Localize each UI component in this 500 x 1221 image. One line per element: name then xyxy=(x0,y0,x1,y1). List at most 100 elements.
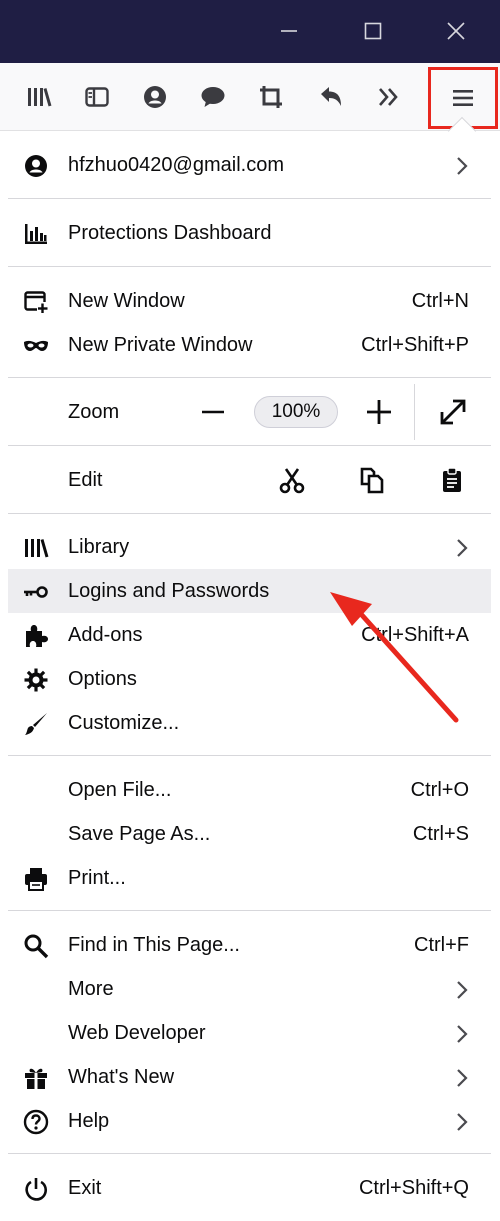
menu-separator xyxy=(8,910,491,911)
menu-item-save-page-as[interactable]: Save Page As... Ctrl+S xyxy=(8,812,491,856)
menu-item-whats-new[interactable]: What's New xyxy=(8,1055,491,1099)
hamburger-menu-icon xyxy=(453,90,473,106)
menu-item-add-ons[interactable]: Add-ons Ctrl+Shift+A xyxy=(8,613,491,657)
undo-icon xyxy=(321,87,341,106)
zoom-out-button[interactable] xyxy=(200,399,226,425)
chevron-right-icon xyxy=(455,979,469,1001)
copy-icon xyxy=(360,467,384,494)
menu-separator xyxy=(8,445,491,446)
chevron-right-icon xyxy=(455,1111,469,1133)
menu-item-label: What's New xyxy=(68,1066,175,1088)
private-mask-icon xyxy=(22,332,50,360)
chevron-right-icon xyxy=(455,155,469,177)
chat-icon xyxy=(201,87,225,107)
sidebar-button[interactable] xyxy=(78,78,116,116)
menu-item-customize[interactable]: Customize... xyxy=(8,701,491,745)
protections-chart-icon xyxy=(22,220,50,248)
undo-button[interactable] xyxy=(312,78,350,116)
account-icon xyxy=(22,152,50,180)
power-icon xyxy=(22,1175,50,1203)
menu-separator xyxy=(8,755,491,756)
zoom-reset-button[interactable]: 100% xyxy=(254,396,338,428)
menu-item-help[interactable]: Help xyxy=(8,1099,491,1143)
puzzle-piece-icon xyxy=(22,622,50,650)
overflow-chevrons-icon xyxy=(379,88,398,106)
scissors-icon xyxy=(279,468,305,494)
fullscreen-button[interactable] xyxy=(438,397,468,427)
shortcut-label: Ctrl+S xyxy=(412,823,469,845)
shortcut-label: Ctrl+F xyxy=(414,934,469,956)
library-icon xyxy=(28,88,52,107)
shortcut-label: Ctrl+Shift+P xyxy=(361,334,469,356)
menu-item-label: Find in This Page... xyxy=(68,934,240,956)
menu-item-new-window[interactable]: New Window Ctrl+N xyxy=(8,279,491,323)
account-icon xyxy=(144,86,166,108)
shortcut-label: Ctrl+O xyxy=(410,779,469,801)
printer-icon xyxy=(22,865,50,893)
menu-item-find-in-page[interactable]: Find in This Page... Ctrl+F xyxy=(8,923,491,967)
help-icon xyxy=(22,1108,50,1136)
menu-item-label: Options xyxy=(68,668,137,690)
menu-item-label: Zoom xyxy=(68,401,120,423)
screenshot-button[interactable] xyxy=(252,78,290,116)
menu-item-web-developer[interactable]: Web Developer xyxy=(8,1011,491,1055)
menu-item-label: Add-ons xyxy=(68,624,143,646)
chevron-right-icon xyxy=(455,1023,469,1045)
shortcut-label: Ctrl+N xyxy=(411,290,469,312)
account-button[interactable] xyxy=(136,78,174,116)
menu-separator xyxy=(8,377,491,378)
menu-item-new-private-window[interactable]: New Private Window Ctrl+Shift+P xyxy=(8,323,491,367)
menu-item-account[interactable]: hfzhuo0420@gmail.com xyxy=(8,143,491,187)
menu-item-label: Library xyxy=(68,536,130,558)
gift-icon xyxy=(22,1064,50,1092)
menu-item-label: Print... xyxy=(68,867,126,889)
menu-item-library[interactable]: Library xyxy=(8,525,491,569)
chat-button[interactable] xyxy=(194,78,232,116)
menu-item-label: Protections Dashboard xyxy=(68,222,272,244)
menu-item-options[interactable]: Options xyxy=(8,657,491,701)
copy-button[interactable] xyxy=(358,466,386,494)
chevron-right-icon xyxy=(455,1067,469,1089)
zoom-divider xyxy=(414,384,415,440)
overflow-button[interactable] xyxy=(370,78,408,116)
menu-item-label: Logins and Passwords xyxy=(68,580,270,602)
menu-item-label: Customize... xyxy=(68,712,180,734)
maximize-button[interactable] xyxy=(350,8,396,54)
paintbrush-icon xyxy=(22,710,50,738)
library-icon xyxy=(22,534,50,562)
fullscreen-icon xyxy=(440,399,466,425)
menu-item-logins-and-passwords[interactable]: Logins and Passwords xyxy=(8,569,491,613)
menu-item-label: Exit xyxy=(68,1177,102,1199)
menu-separator xyxy=(8,1153,491,1154)
menu-item-label: Open File... xyxy=(68,779,172,801)
cut-button[interactable] xyxy=(278,466,306,494)
menu-item-label: Save Page As... xyxy=(68,823,211,845)
menu-item-label: Web Developer xyxy=(68,1022,206,1044)
window-titlebar xyxy=(0,0,500,63)
search-icon xyxy=(22,932,50,960)
menu-item-protections-dashboard[interactable]: Protections Dashboard xyxy=(8,211,491,255)
menu-item-label: Help xyxy=(68,1110,110,1132)
zoom-in-button[interactable] xyxy=(364,397,394,427)
crop-icon xyxy=(260,86,282,108)
menu-item-open-file[interactable]: Open File... Ctrl+O xyxy=(8,768,491,812)
key-icon xyxy=(22,578,50,606)
menu-item-label: Edit xyxy=(68,469,103,491)
menu-item-label: hfzhuo0420@gmail.com xyxy=(68,154,284,176)
close-icon xyxy=(447,22,465,40)
menu-item-more[interactable]: More xyxy=(8,967,491,1011)
minimize-button[interactable] xyxy=(266,8,312,54)
paste-button[interactable] xyxy=(438,466,466,494)
browser-toolbar xyxy=(0,63,500,131)
menu-item-edit: Edit xyxy=(8,458,491,502)
menu-item-print[interactable]: Print... xyxy=(8,856,491,900)
menu-item-label: New Private Window xyxy=(68,334,253,356)
chevron-right-icon xyxy=(455,537,469,559)
gear-icon xyxy=(22,666,50,694)
maximize-icon xyxy=(364,22,382,40)
menu-item-exit[interactable]: Exit Ctrl+Shift+Q xyxy=(8,1166,491,1210)
library-button[interactable] xyxy=(20,78,58,116)
menu-item-label: More xyxy=(68,978,114,1000)
shortcut-label: Ctrl+Shift+Q xyxy=(358,1177,469,1199)
close-button[interactable] xyxy=(433,8,479,54)
